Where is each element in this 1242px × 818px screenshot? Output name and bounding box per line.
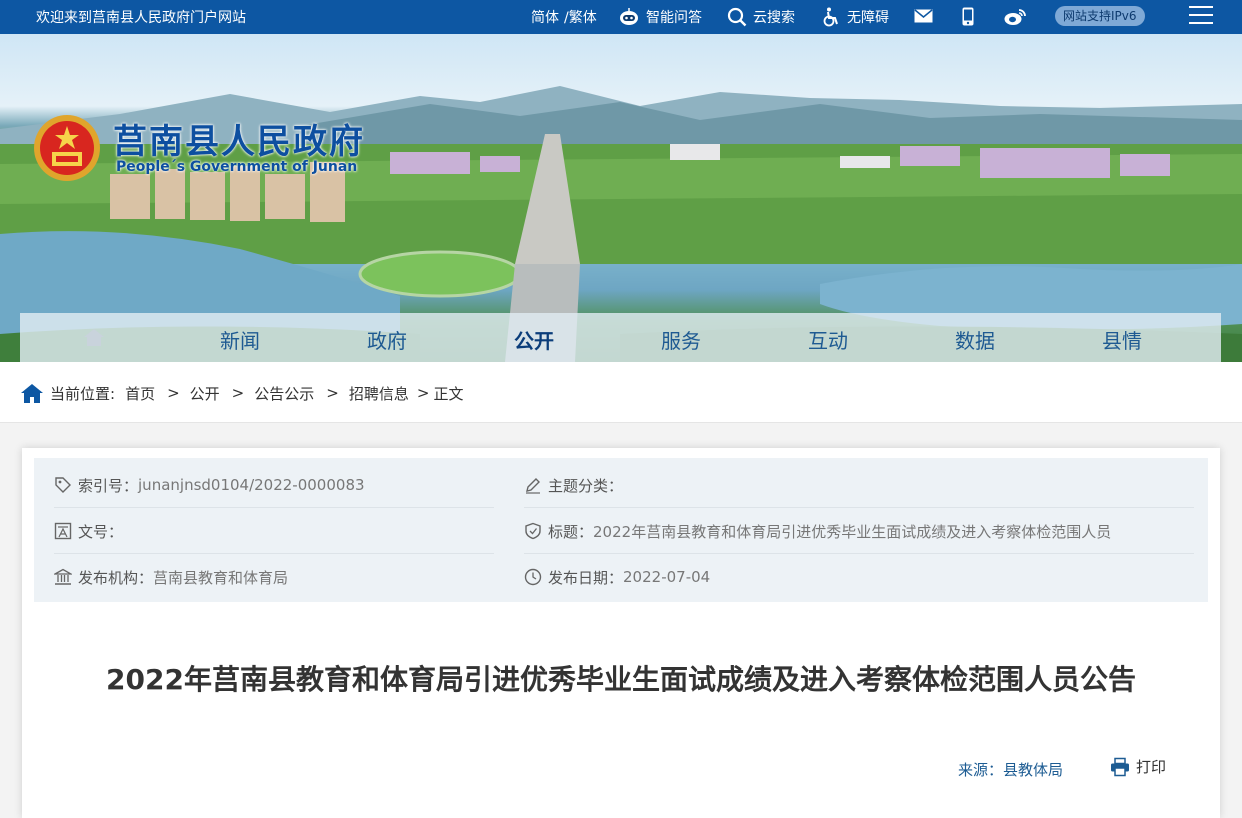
meta-org-label: 发布机构：	[78, 568, 154, 587]
breadcrumb-separator: >	[231, 384, 245, 402]
article-source: 来源：县教体局	[958, 761, 1064, 779]
site-title: 莒南县人民政府	[113, 122, 365, 162]
traditional-link[interactable]: /繁体	[564, 7, 597, 27]
meta-date-value: 2022-07-04	[623, 568, 711, 586]
site-subtitle: People´s Government of Junan	[116, 159, 358, 175]
welcome-text: 欢迎来到莒南县人民政府门户网站	[36, 10, 246, 26]
clock-icon	[524, 568, 542, 586]
meta-date-label: 发布日期：	[548, 568, 624, 587]
nav-item-government[interactable]: 政府	[367, 325, 407, 354]
breadcrumb-recruitment[interactable]: 招聘信息	[349, 383, 409, 404]
meta-title-value: 2022年莒南县教育和体育局引进优秀毕业生面试成绩及进入考察体检范围人员	[593, 522, 1112, 541]
print-label[interactable]: 打印	[1136, 756, 1166, 777]
main-nav: 新闻 政府 公开 服务 互动 数据 县情	[20, 313, 1221, 362]
institution-icon	[54, 568, 72, 585]
nav-item-news[interactable]: 新闻	[220, 325, 260, 354]
menu-icon[interactable]	[1189, 6, 1213, 26]
home-icon	[21, 384, 43, 403]
weibo-link[interactable]	[1004, 8, 1026, 26]
document-metadata-panel: 索引号： junanjnsd0104/2022-0000083 主题分类： 文号…	[34, 458, 1208, 602]
meta-org: 发布机构： 莒南县教育和体育局	[54, 554, 288, 600]
home-icon[interactable]	[82, 327, 106, 347]
meta-title-label: 标题：	[548, 522, 594, 541]
accessibility-label[interactable]: 无障碍	[847, 7, 889, 27]
search-label[interactable]: 云搜索	[753, 7, 795, 27]
qa-link[interactable]: 智能问答	[618, 7, 702, 27]
article-title: 2022年莒南县教育和体育局引进优秀毕业生面试成绩及进入考察体检范围人员公告	[106, 663, 1136, 696]
nav-item-data[interactable]: 数据	[955, 325, 995, 354]
accessibility-link[interactable]: 无障碍	[821, 7, 889, 27]
breadcrumb-separator: >	[326, 384, 339, 402]
meta-docno: 文号：	[54, 508, 123, 554]
breadcrumb-prefix: 当前位置:	[50, 384, 116, 403]
pencil-icon	[526, 478, 540, 494]
breadcrumb: 当前位置: 首页 > 公开 > 公告公示 > 招聘信息 > 正文	[20, 382, 463, 404]
ipv6-badge: 网站支持IPv6	[1055, 6, 1145, 26]
mail-icon[interactable]	[914, 9, 933, 23]
nav-item-service[interactable]: 服务	[661, 325, 701, 354]
meta-topic: 主题分类：	[524, 462, 623, 508]
tag-icon	[55, 477, 71, 493]
mobile-icon[interactable]	[962, 7, 974, 26]
breadcrumb-open[interactable]: 公开	[190, 383, 220, 404]
weibo-icon[interactable]	[1004, 8, 1026, 26]
meta-index-value: junanjnsd0104/2022-0000083	[138, 476, 365, 494]
article-card: 索引号： junanjnsd0104/2022-0000083 主题分类： 文号…	[22, 448, 1220, 818]
traditional-label[interactable]: /繁体	[564, 7, 597, 27]
breadcrumb-home[interactable]: 首页	[125, 383, 155, 404]
printer-icon[interactable]	[1110, 757, 1130, 777]
qa-label[interactable]: 智能问答	[646, 7, 702, 27]
document-number-icon	[54, 522, 72, 540]
meta-docno-label: 文号：	[78, 522, 124, 541]
mobile-link[interactable]	[962, 7, 974, 26]
meta-org-value: 莒南县教育和体育局	[153, 568, 289, 587]
nav-item-county[interactable]: 县情	[1102, 325, 1142, 354]
simplified-link[interactable]: 简体	[531, 7, 559, 27]
top-bar: 欢迎来到莒南县人民政府门户网站 简体 /繁体 智能问答 云搜索 无障碍 网站支持…	[0, 0, 1242, 34]
breadcrumb-notices[interactable]: 公告公示	[254, 383, 314, 404]
mail-link[interactable]	[914, 9, 933, 23]
meta-title: 标题： 2022年莒南县教育和体育局引进优秀毕业生面试成绩及进入考察体检范围人员	[524, 508, 1111, 554]
meta-topic-label: 主题分类：	[548, 476, 624, 495]
meta-date: 发布日期： 2022-07-04	[524, 554, 710, 600]
wheelchair-icon	[823, 7, 838, 27]
cloud-search-link[interactable]: 云搜索	[727, 7, 795, 27]
robot-icon	[620, 8, 638, 25]
breadcrumb-current: 正文	[433, 384, 464, 403]
breadcrumb-bar: 当前位置: 首页 > 公开 > 公告公示 > 招聘信息 > 正文	[0, 362, 1242, 423]
nav-item-open[interactable]: 公开	[514, 325, 554, 354]
breadcrumb-separator: >	[416, 384, 430, 402]
national-emblem-logo	[32, 112, 102, 188]
nav-item-interaction[interactable]: 互动	[808, 325, 848, 354]
simplified-label[interactable]: 简体	[531, 7, 559, 27]
print-button[interactable]: 打印	[1110, 756, 1166, 777]
meta-index-label: 索引号：	[78, 476, 139, 495]
header-banner: 莒南县人民政府 People´s Government of Junan 新闻 …	[0, 34, 1242, 362]
meta-index: 索引号： junanjnsd0104/2022-0000083	[54, 462, 365, 508]
breadcrumb-separator: >	[167, 384, 180, 402]
shield-icon	[525, 522, 541, 540]
search-icon	[727, 7, 747, 27]
